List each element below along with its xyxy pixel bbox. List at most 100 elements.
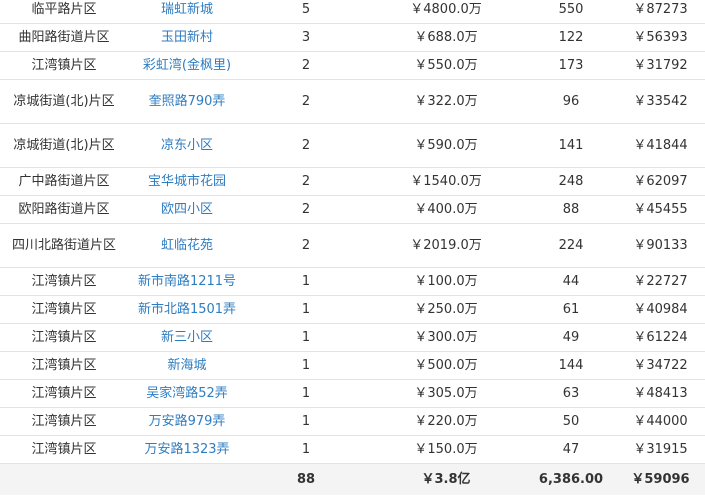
unit-price-cell: ￥31792 xyxy=(616,51,705,80)
count-cell: 2 xyxy=(246,195,366,224)
community-cell: 奎照路790弄 xyxy=(128,79,246,124)
district-cell: 凉城街道(北)片区 xyxy=(0,79,128,124)
count-cell: 1 xyxy=(246,379,366,408)
district-cell: 临平路片区 xyxy=(0,0,128,24)
community-cell: 虹临花苑 xyxy=(128,223,246,268)
count-cell: 2 xyxy=(246,51,366,80)
totals-unit-price-cell: ￥59096 xyxy=(616,463,705,495)
area-cell: 224 xyxy=(526,223,616,268)
district-cell: 曲阳路街道片区 xyxy=(0,23,128,52)
community-link[interactable]: 宝华城市花园 xyxy=(148,174,226,189)
area-cell: 47 xyxy=(526,435,616,464)
community-link[interactable]: 虹临花苑 xyxy=(161,238,213,253)
unit-price-cell: ￥40984 xyxy=(616,295,705,324)
total-price-cell: ￥688.0万 xyxy=(366,23,526,52)
unit-price-cell: ￥44000 xyxy=(616,407,705,436)
total-price-cell: ￥100.0万 xyxy=(366,267,526,296)
count-cell: 5 xyxy=(246,0,366,24)
community-link[interactable]: 彩虹湾(金枫里) xyxy=(143,58,231,73)
table-row: 江湾镇片区 新市北路1501弄 1 ￥250.0万 61 ￥40984 xyxy=(0,295,705,324)
table-row: 曲阳路街道片区 玉田新村 3 ￥688.0万 122 ￥56393 xyxy=(0,23,705,52)
table-row: 凉城街道(北)片区 奎照路790弄 2 ￥322.0万 96 ￥33542 xyxy=(0,79,705,124)
total-price-cell: ￥400.0万 xyxy=(366,195,526,224)
community-link[interactable]: 万安路979弄 xyxy=(149,414,226,429)
unit-price-cell: ￥87273 xyxy=(616,0,705,24)
community-cell: 新市南路1211号 xyxy=(128,267,246,296)
area-cell: 173 xyxy=(526,51,616,80)
area-cell: 122 xyxy=(526,23,616,52)
table-row: 江湾镇片区 彩虹湾(金枫里) 2 ￥550.0万 173 ￥31792 xyxy=(0,51,705,80)
unit-price-cell: ￥41844 xyxy=(616,123,705,168)
community-link[interactable]: 万安路1323弄 xyxy=(144,442,229,457)
totals-count-cell: 88 xyxy=(246,463,366,495)
totals-community-cell xyxy=(128,463,246,495)
community-cell: 瑞虹新城 xyxy=(128,0,246,24)
unit-price-cell: ￥34722 xyxy=(616,351,705,380)
table-row: 江湾镇片区 新三小区 1 ￥300.0万 49 ￥61224 xyxy=(0,323,705,352)
community-link[interactable]: 新三小区 xyxy=(161,330,213,345)
community-link[interactable]: 奎照路790弄 xyxy=(149,94,226,109)
community-link[interactable]: 新市南路1211号 xyxy=(138,274,236,289)
area-cell: 550 xyxy=(526,0,616,24)
unit-price-cell: ￥31915 xyxy=(616,435,705,464)
unit-price-cell: ￥56393 xyxy=(616,23,705,52)
community-link[interactable]: 新市北路1501弄 xyxy=(138,302,236,317)
unit-price-cell: ￥45455 xyxy=(616,195,705,224)
area-cell: 248 xyxy=(526,167,616,196)
table-row: 广中路街道片区 宝华城市花园 2 ￥1540.0万 248 ￥62097 xyxy=(0,167,705,196)
district-cell: 凉城街道(北)片区 xyxy=(0,123,128,168)
unit-price-cell: ￥48413 xyxy=(616,379,705,408)
area-cell: 88 xyxy=(526,195,616,224)
count-cell: 3 xyxy=(246,23,366,52)
table-row: 欧阳路街道片区 欧四小区 2 ￥400.0万 88 ￥45455 xyxy=(0,195,705,224)
unit-price-cell: ￥33542 xyxy=(616,79,705,124)
table-body: 临平路片区 瑞虹新城 5 ￥4800.0万 550 ￥87273 曲阳路街道片区 玉田新村 3 ￥… xyxy=(0,0,705,464)
unit-price-cell: ￥61224 xyxy=(616,323,705,352)
district-cell: 江湾镇片区 xyxy=(0,407,128,436)
area-cell: 44 xyxy=(526,267,616,296)
district-cell: 欧阳路街道片区 xyxy=(0,195,128,224)
total-price-cell: ￥250.0万 xyxy=(366,295,526,324)
listing-table: 临平路片区 瑞虹新城 5 ￥4800.0万 550 ￥87273 曲阳路街道片区 玉田新村 3 ￥… xyxy=(0,0,705,495)
community-cell: 欧四小区 xyxy=(128,195,246,224)
community-cell: 宝华城市花园 xyxy=(128,167,246,196)
totals-row: 88 ￥3.8亿 6,386.00 ￥59096 xyxy=(0,463,705,495)
district-cell: 江湾镇片区 xyxy=(0,267,128,296)
total-price-cell: ￥4800.0万 xyxy=(366,0,526,24)
district-cell: 广中路街道片区 xyxy=(0,167,128,196)
count-cell: 1 xyxy=(246,351,366,380)
community-cell: 玉田新村 xyxy=(128,23,246,52)
community-link[interactable]: 玉田新村 xyxy=(161,30,213,45)
community-cell: 新三小区 xyxy=(128,323,246,352)
totals-total-price-cell: ￥3.8亿 xyxy=(366,463,526,495)
count-cell: 2 xyxy=(246,123,366,168)
community-cell: 凉东小区 xyxy=(128,123,246,168)
community-cell: 吴家湾路52弄 xyxy=(128,379,246,408)
unit-price-cell: ￥90133 xyxy=(616,223,705,268)
totals-district-cell xyxy=(0,463,128,495)
district-cell: 江湾镇片区 xyxy=(0,435,128,464)
count-cell: 2 xyxy=(246,79,366,124)
area-cell: 96 xyxy=(526,79,616,124)
community-cell: 新市北路1501弄 xyxy=(128,295,246,324)
total-price-cell: ￥1540.0万 xyxy=(366,167,526,196)
table-row: 江湾镇片区 万安路979弄 1 ￥220.0万 50 ￥44000 xyxy=(0,407,705,436)
area-cell: 144 xyxy=(526,351,616,380)
community-link[interactable]: 欧四小区 xyxy=(161,202,213,217)
community-link[interactable]: 瑞虹新城 xyxy=(161,2,213,17)
total-price-cell: ￥305.0万 xyxy=(366,379,526,408)
table-row: 江湾镇片区 吴家湾路52弄 1 ￥305.0万 63 ￥48413 xyxy=(0,379,705,408)
total-price-cell: ￥300.0万 xyxy=(366,323,526,352)
community-link[interactable]: 凉东小区 xyxy=(161,138,213,153)
table-row: 江湾镇片区 新市南路1211号 1 ￥100.0万 44 ￥22727 xyxy=(0,267,705,296)
unit-price-cell: ￥62097 xyxy=(616,167,705,196)
total-price-cell: ￥500.0万 xyxy=(366,351,526,380)
total-price-cell: ￥322.0万 xyxy=(366,79,526,124)
count-cell: 1 xyxy=(246,295,366,324)
area-cell: 50 xyxy=(526,407,616,436)
count-cell: 1 xyxy=(246,435,366,464)
district-cell: 江湾镇片区 xyxy=(0,51,128,80)
totals-area-cell: 6,386.00 xyxy=(526,463,616,495)
community-link[interactable]: 吴家湾路52弄 xyxy=(146,386,228,401)
community-link[interactable]: 新海城 xyxy=(167,358,206,373)
